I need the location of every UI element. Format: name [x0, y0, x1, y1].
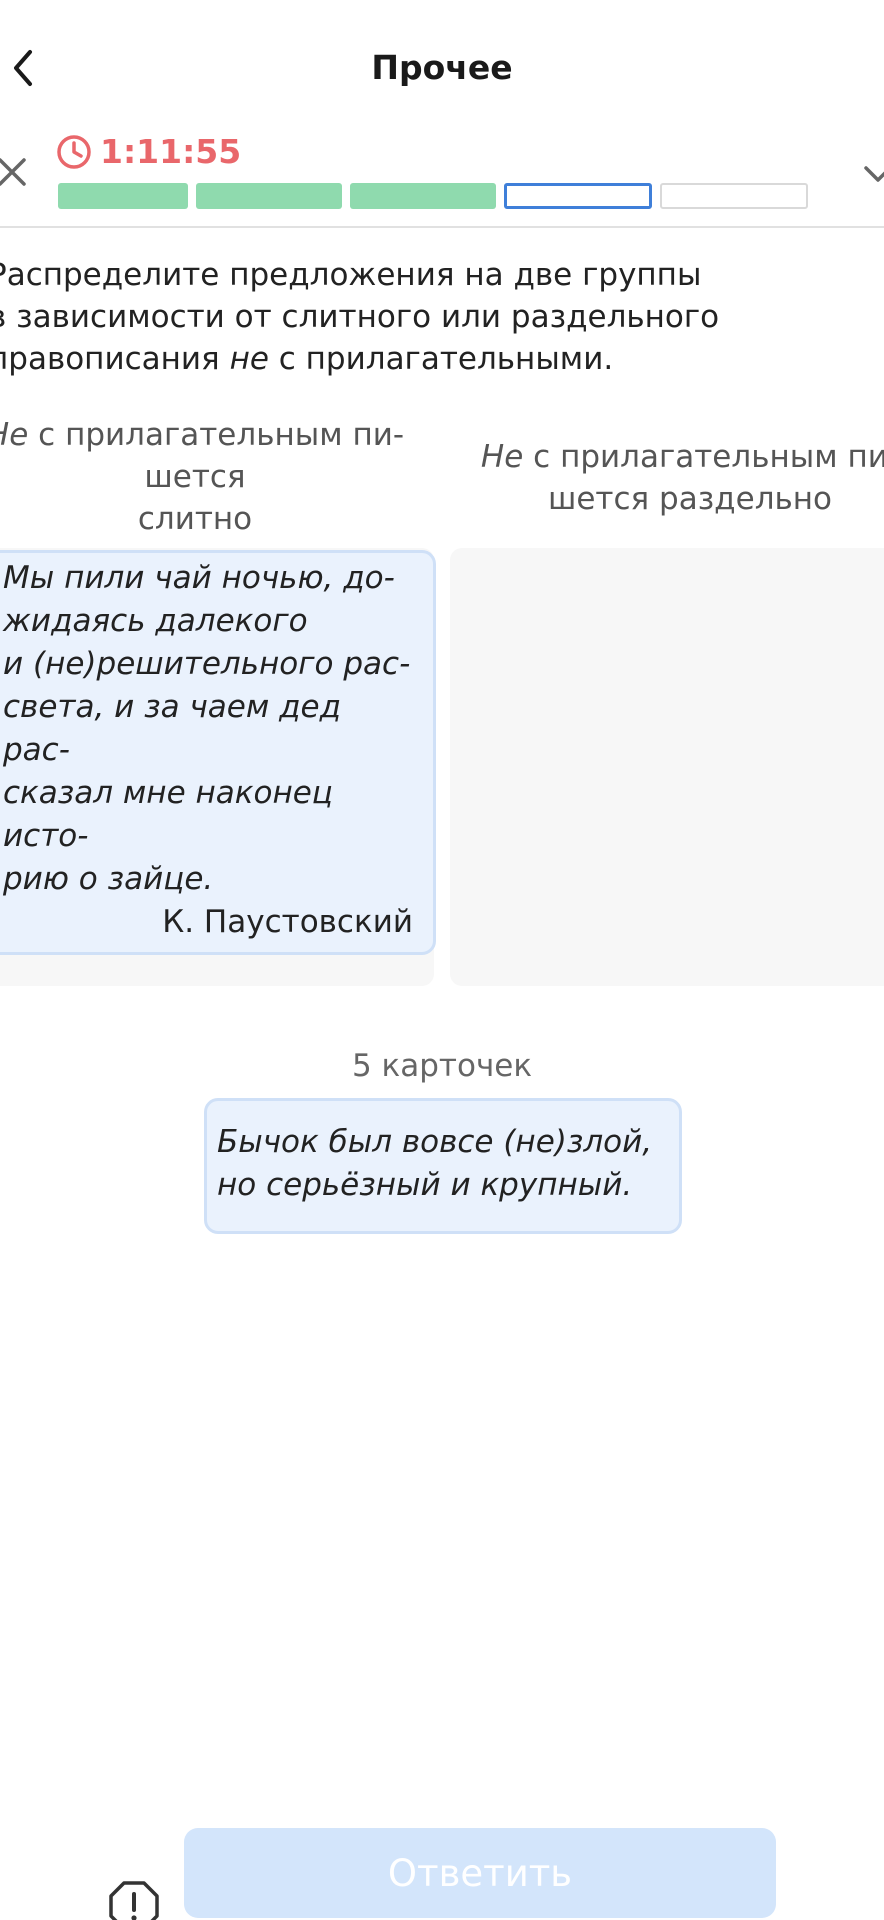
draggable-card[interactable]: Бычок был вовсе (не)злой, но серьёзный и…: [204, 1098, 682, 1234]
exclamation-icon: [109, 1881, 159, 1920]
progress-segment-1[interactable]: [58, 183, 188, 209]
timer: 1:11:55: [56, 132, 241, 171]
progress-segment-2[interactable]: [196, 183, 342, 209]
clock-icon: [57, 134, 91, 169]
progress-segment-5[interactable]: [660, 183, 808, 209]
answer-button[interactable]: Ответить: [184, 1828, 776, 1918]
progress-segment-3[interactable]: [350, 183, 496, 209]
card-author: К. Паустовский: [162, 904, 413, 940]
drop-zone-separate[interactable]: [450, 548, 884, 986]
close-button[interactable]: [0, 150, 32, 194]
task-screen: Прочее 1:11:55 Распределите предложения …: [0, 0, 884, 1920]
report-button[interactable]: [108, 1880, 160, 1920]
chevron-down-icon: [864, 166, 884, 182]
cards-remaining-count: 5 карточек: [351, 1048, 533, 1084]
timer-value: 1:11:55: [100, 132, 242, 171]
divider: [0, 226, 884, 228]
placed-card[interactable]: Мы пили чай ночью, до- жидаясь далекого …: [0, 550, 436, 955]
column-header-together: Не с прилагательным пи- шется слитно: [0, 417, 405, 537]
column-header-separate: Не с прилагательным пи- шется раздельно: [480, 439, 884, 517]
page-title: Прочее: [371, 48, 513, 87]
progress-segment-4[interactable]: [504, 183, 652, 209]
question-progress: [58, 183, 808, 209]
collapse-button[interactable]: [858, 154, 884, 194]
close-icon: [0, 158, 26, 186]
task-instruction: Распределите предложения на две группы в…: [0, 257, 720, 377]
